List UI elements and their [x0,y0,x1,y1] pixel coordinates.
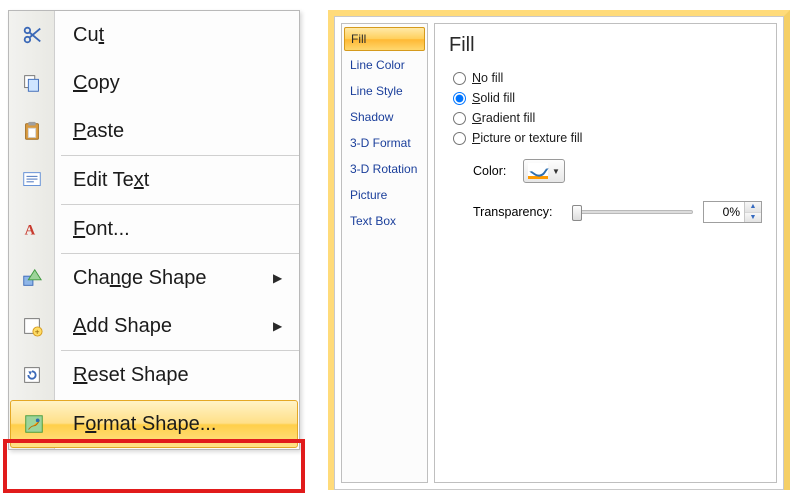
category-line-color[interactable]: Line Color [342,52,427,78]
paint-bucket-icon [528,163,548,179]
fill-color-picker[interactable]: ▼ [523,159,565,183]
menu-item-cut[interactable]: Cut [9,11,299,59]
fill-option-gradient-fill[interactable]: Gradient fill [453,111,762,125]
slider-thumb[interactable] [572,205,582,221]
radio-no-fill[interactable] [453,72,466,85]
color-label: Color: [473,164,513,178]
menu-item-label: Copy [55,72,273,95]
fill-option-label: No fill [472,71,503,85]
fill-option-label: Gradient fill [472,111,535,125]
menu-item-label: Cut [55,24,273,47]
menu-item-font[interactable]: A Font... [9,205,299,253]
menu-item-copy[interactable]: Copy [9,59,299,107]
spinner-down[interactable]: ▼ [745,213,761,223]
menu-item-reset-shape[interactable]: Reset Shape [9,351,299,399]
radio-solid-fill[interactable] [453,92,466,105]
svg-text:+: + [35,327,40,336]
menu-item-change-shape[interactable]: Change Shape▶ [9,254,299,302]
reset-shape-icon [9,364,55,386]
fill-option-no-fill[interactable]: No fill [453,71,762,85]
add-shape-icon: + [9,315,55,337]
transparency-slider[interactable] [573,210,693,214]
format-shape-icon [11,413,57,435]
paste-icon [9,120,55,142]
category-line-style[interactable]: Line Style [342,78,427,104]
menu-item-edit-text[interactable]: Edit Text [9,156,299,204]
transparency-label: Transparency: [473,205,563,219]
font-icon: A [9,218,55,240]
radio-gradient-fill[interactable] [453,112,466,125]
transparency-spinner[interactable]: ▲ ▼ [703,201,762,223]
category-fill[interactable]: Fill [344,27,425,51]
menu-item-paste[interactable]: Paste [9,107,299,155]
menu-item-label: Paste [55,120,273,143]
copy-icon [9,72,55,94]
scissors-icon [9,24,55,46]
category-picture[interactable]: Picture [342,182,427,208]
change-shape-icon [9,267,55,289]
submenu-arrow-icon: ▶ [273,319,299,333]
category-3-d-format[interactable]: 3-D Format [342,130,427,156]
radio-picture-fill[interactable] [453,132,466,145]
menu-item-label: Font... [55,218,273,241]
transparency-value-input[interactable] [704,202,744,222]
menu-item-label: Add Shape [55,315,273,338]
fill-panel: Fill No fill Solid fill Gradient fill Pictu… [434,23,777,483]
fill-option-picture-fill[interactable]: Picture or texture fill [453,131,762,145]
menu-item-label: Change Shape [55,267,273,290]
edit-text-icon [9,169,55,191]
chevron-down-icon: ▼ [552,167,560,176]
menu-item-label: Format Shape... [57,413,271,436]
fill-option-label: Solid fill [472,91,515,105]
fill-option-label: Picture or texture fill [472,131,582,145]
category-text-box[interactable]: Text Box [342,208,427,234]
spinner-up[interactable]: ▲ [745,202,761,213]
menu-item-format-shape[interactable]: Format Shape... [10,400,298,448]
menu-item-label: Reset Shape [55,364,273,387]
category-3-d-rotation[interactable]: 3-D Rotation [342,156,427,182]
svg-text:A: A [25,223,36,239]
panel-title: Fill [449,34,762,57]
fill-option-solid-fill[interactable]: Solid fill [453,91,762,105]
menu-item-add-shape[interactable]: + Add Shape▶ [9,302,299,350]
category-list: FillLine ColorLine StyleShadow3-D Format… [341,23,428,483]
category-shadow[interactable]: Shadow [342,104,427,130]
menu-item-label: Edit Text [55,169,273,192]
submenu-arrow-icon: ▶ [273,271,299,285]
format-shape-dialog: FillLine ColorLine StyleShadow3-D Format… [328,10,790,490]
shape-context-menu: Cut Copy Paste Edit Text A Font... Change Shap… [8,10,300,450]
